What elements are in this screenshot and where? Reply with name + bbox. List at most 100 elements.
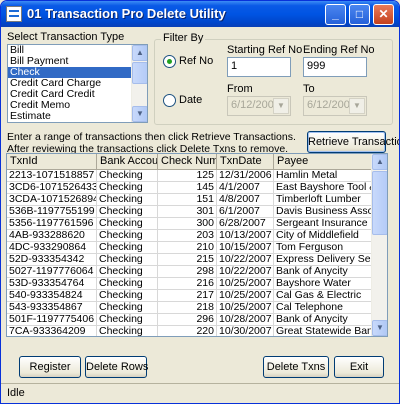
- table-cell: 10/22/2007: [217, 266, 274, 278]
- status-bar: Idle: [1, 383, 399, 403]
- delete-txns-button[interactable]: Delete Txns: [263, 356, 329, 378]
- maximize-button[interactable]: □: [349, 4, 370, 25]
- table-cell: 203: [158, 230, 217, 242]
- table-row[interactable]: 5356-1197761596 Checking 300 6/28/2007 Serge…: [7, 218, 387, 230]
- table-cell: 5356-1197761596: [7, 218, 97, 230]
- table-cell: Checking: [97, 218, 158, 230]
- table-cell: 145: [158, 182, 217, 194]
- ref-no-label: Ref No: [179, 55, 214, 67]
- ending-ref-label: Ending Ref No: [303, 44, 375, 56]
- table-cell: Checking: [97, 302, 158, 314]
- table-cell: Checking: [97, 230, 158, 242]
- transaction-type-list[interactable]: Bill Bill Payment Check Credit Card Charge C…: [7, 44, 148, 123]
- column-header[interactable]: TxnId: [7, 154, 97, 170]
- type-list-scrollbar[interactable]: ▲ ▼: [131, 45, 147, 122]
- starting-ref-label: Starting Ref No: [227, 44, 303, 56]
- table-cell: 10/22/2007: [217, 254, 274, 266]
- from-date-picker[interactable]: 6/12/2006 ▼: [227, 96, 291, 116]
- table-cell: 4AB-933288620: [7, 230, 97, 242]
- delete-rows-button[interactable]: Delete Rows: [85, 356, 148, 378]
- scroll-thumb[interactable]: [372, 171, 387, 235]
- table-cell: 6/1/2007: [217, 206, 274, 218]
- table-cell: Checking: [97, 290, 158, 302]
- table-cell: 10/25/2007: [217, 290, 274, 302]
- to-label: To: [303, 83, 315, 95]
- table-row[interactable]: 3CDA-1071526894 Checking 151 4/8/2007 Timber…: [7, 194, 387, 206]
- grid-scrollbar[interactable]: ▲ ▼: [371, 154, 387, 336]
- table-cell: 4/8/2007: [217, 194, 274, 206]
- table-cell: Checking: [97, 242, 158, 254]
- date-radio[interactable]: [163, 94, 176, 107]
- table-cell: 540-933354824: [7, 290, 97, 302]
- title-bar[interactable]: 01 Transaction Pro Delete Utility _ □ ✕: [1, 1, 399, 27]
- table-cell: Checking: [97, 314, 158, 326]
- table-cell: Checking: [97, 206, 158, 218]
- table-row[interactable]: 2213-1071518857 Checking 125 12/31/2006 Haml…: [7, 170, 387, 182]
- retrieve-transactions-button[interactable]: Retrieve Transactions: [307, 131, 399, 153]
- table-row[interactable]: 4DC-933290864 Checking 210 10/15/2007 Tom Fe…: [7, 242, 387, 254]
- table-cell: 301: [158, 206, 217, 218]
- table-cell: Checking: [97, 326, 158, 336]
- table-cell: Checking: [97, 194, 158, 206]
- date-label: Date: [179, 94, 203, 106]
- scroll-thumb[interactable]: [132, 62, 147, 84]
- table-cell: Checking: [97, 278, 158, 290]
- table-cell: Checking: [97, 182, 158, 194]
- minimize-button[interactable]: _: [325, 4, 346, 25]
- table-row[interactable]: 53D-933354764 Checking 216 10/25/2007 Baysho…: [7, 278, 387, 290]
- table-cell: 3CD6-1071526433: [7, 182, 97, 194]
- table-row[interactable]: 543-933354867 Checking 218 10/25/2007 Cal Te…: [7, 302, 387, 314]
- table-cell: 4DC-933290864: [7, 242, 97, 254]
- scroll-down-icon[interactable]: ▼: [132, 106, 147, 122]
- table-row[interactable]: 4AB-933288620 Checking 203 10/13/2007 City o…: [7, 230, 387, 242]
- table-cell: 10/25/2007: [217, 278, 274, 290]
- ending-ref-input[interactable]: 999: [303, 57, 367, 77]
- column-header[interactable]: Check Number: [158, 154, 217, 170]
- scroll-down-icon[interactable]: ▼: [372, 320, 387, 336]
- table-cell: 3CDA-1071526894: [7, 194, 97, 206]
- table-cell: 218: [158, 302, 217, 314]
- ref-no-radio[interactable]: [163, 55, 176, 68]
- table-row[interactable]: 501F-1197775406 Checking 296 10/28/2007 Bank…: [7, 314, 387, 326]
- chevron-down-icon[interactable]: ▼: [273, 98, 289, 114]
- table-row[interactable]: 540-933354824 Checking 217 10/25/2007 Cal Ga…: [7, 290, 387, 302]
- transactions-grid[interactable]: TxnIdBank AccountCheck NumberTxnDatePaye…: [6, 153, 388, 337]
- app-icon: [6, 6, 22, 22]
- table-cell: 298: [158, 266, 217, 278]
- to-date-picker[interactable]: 6/12/2006 ▼: [303, 96, 367, 116]
- table-row[interactable]: 7CA-933364209 Checking 220 10/30/2007 Great …: [7, 326, 387, 336]
- table-row[interactable]: 536B-1197755199 Checking 301 6/1/2007 Davis …: [7, 206, 387, 218]
- table-cell: 5027-1197776064: [7, 266, 97, 278]
- scroll-up-icon[interactable]: ▲: [132, 45, 147, 61]
- table-row[interactable]: 52D-933354342 Checking 215 10/22/2007 Expres…: [7, 254, 387, 266]
- chevron-down-icon[interactable]: ▼: [349, 98, 365, 114]
- app-window: 01 Transaction Pro Delete Utility _ □ ✕ …: [0, 0, 400, 404]
- table-cell: 501F-1197775406: [7, 314, 97, 326]
- table-cell: 151: [158, 194, 217, 206]
- close-button[interactable]: ✕: [373, 4, 394, 25]
- table-cell: 220: [158, 326, 217, 336]
- instructions-text: Enter a range of transactions then click…: [7, 131, 296, 155]
- from-label: From: [227, 83, 253, 95]
- table-cell: 536B-1197755199: [7, 206, 97, 218]
- filter-group-title: Filter By: [161, 32, 206, 44]
- table-cell: 216: [158, 278, 217, 290]
- starting-ref-input[interactable]: 1: [227, 57, 291, 77]
- table-cell: 10/25/2007: [217, 302, 274, 314]
- table-cell: 210: [158, 242, 217, 254]
- table-row[interactable]: 3CD6-1071526433 Checking 145 4/1/2007 East B…: [7, 182, 387, 194]
- table-cell: 125: [158, 170, 217, 182]
- register-button[interactable]: Register: [19, 356, 81, 378]
- column-header[interactable]: TxnDate: [217, 154, 274, 170]
- column-header[interactable]: Bank Account: [97, 154, 158, 170]
- exit-button[interactable]: Exit: [334, 356, 384, 378]
- window-title: 01 Transaction Pro Delete Utility: [27, 6, 226, 21]
- table-row[interactable]: 5027-1197776064 Checking 298 10/22/2007 Bank…: [7, 266, 387, 278]
- scroll-up-icon[interactable]: ▲: [372, 154, 387, 170]
- table-cell: 12/31/2006: [217, 170, 274, 182]
- table-cell: 52D-933354342: [7, 254, 97, 266]
- table-cell: Checking: [97, 266, 158, 278]
- transaction-type-label: Select Transaction Type: [7, 31, 125, 43]
- table-cell: Checking: [97, 170, 158, 182]
- transaction-type-item[interactable]: Deposit: [10, 122, 46, 123]
